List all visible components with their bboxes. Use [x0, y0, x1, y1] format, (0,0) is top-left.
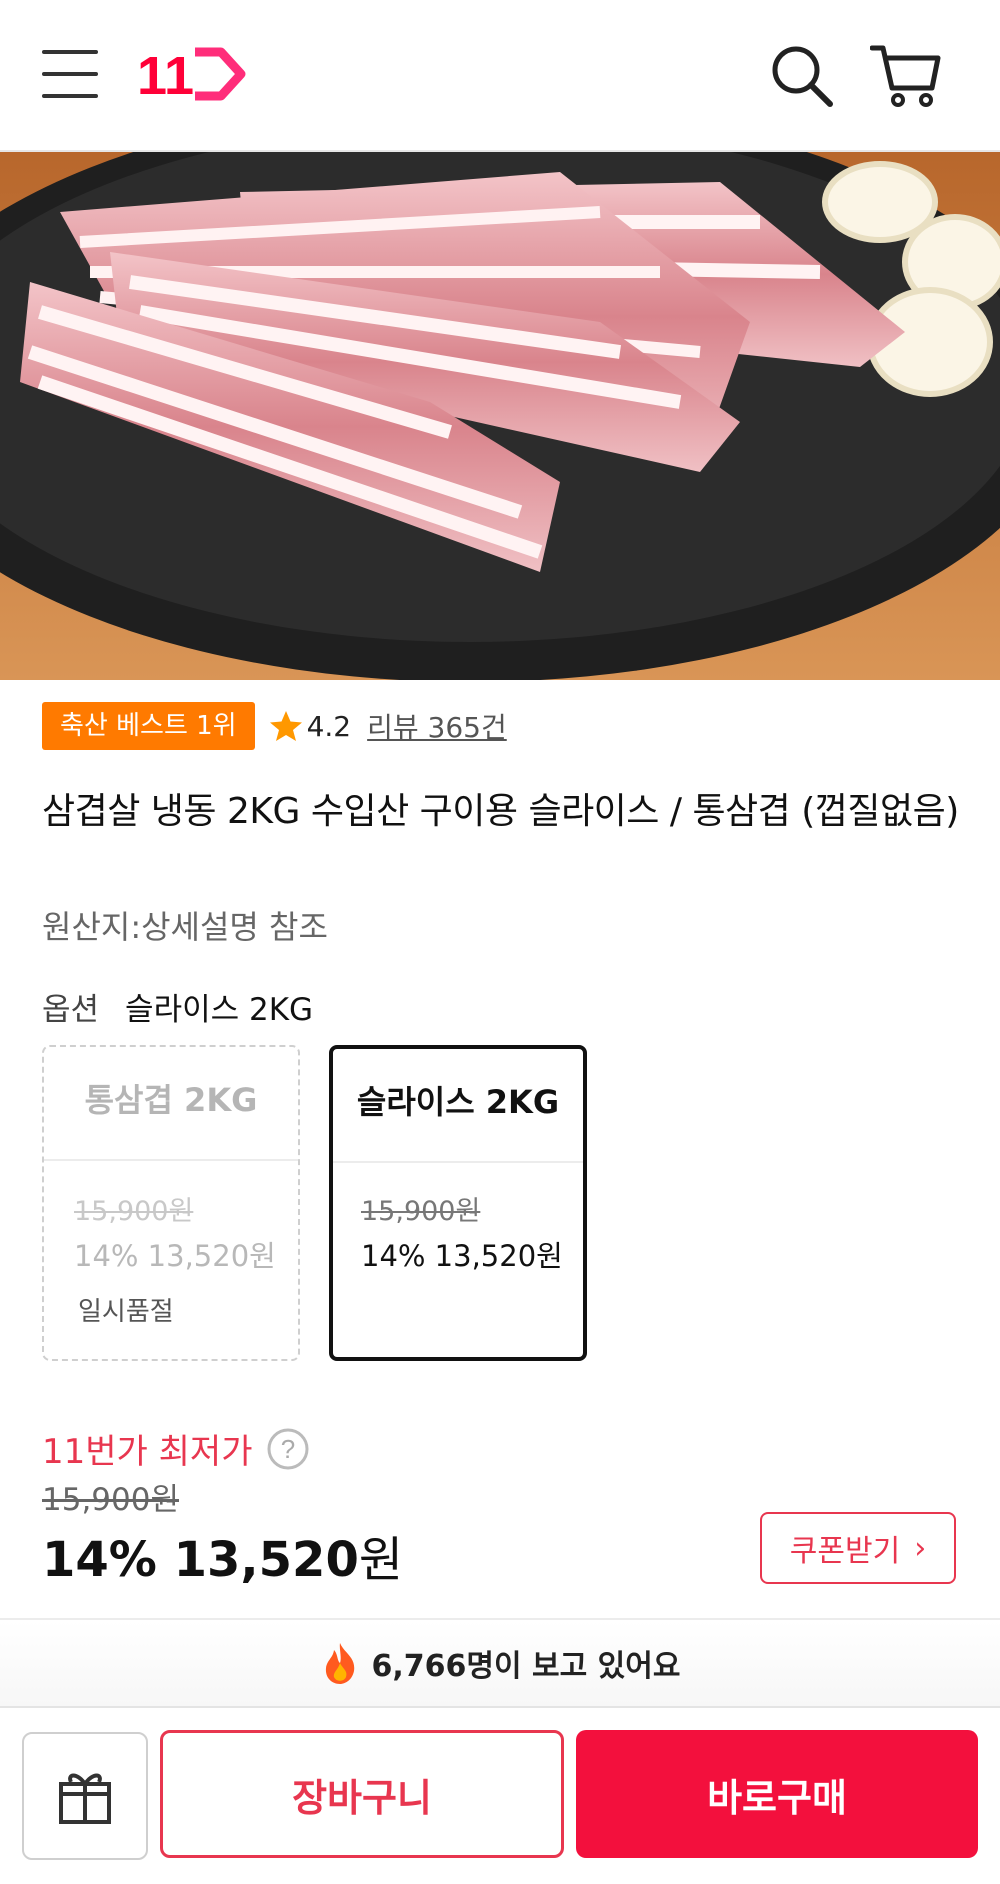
- original-price: 15,900원: [42, 1482, 179, 1518]
- option-selected-value: 슬라이스 2KG: [125, 992, 314, 1028]
- top-header: 11: [0, 0, 1000, 152]
- eleven-street-logo[interactable]: 11: [137, 44, 247, 106]
- bottom-action-bar: 장바구니 바로구매: [0, 1706, 1000, 1884]
- option-price: 14% 13,520원: [74, 1239, 276, 1273]
- gift-button[interactable]: [22, 1732, 148, 1860]
- product-image[interactable]: [0, 152, 1000, 680]
- viewer-count-banner: 6,766명이 보고 있어요: [0, 1618, 1000, 1706]
- badge-rating-row: 축산 베스트 1위 4.2 리뷰 365건: [42, 702, 507, 750]
- origin-text: 원산지:상세설명 참조: [42, 908, 328, 946]
- star-icon: [269, 711, 302, 741]
- lowest-price-label: 11번가 최저가: [42, 1432, 253, 1472]
- option-card-whole-pork-belly[interactable]: 통삼겹 2KG 15,900원 14% 13,520원 일시품절: [42, 1045, 300, 1361]
- viewer-count-text: 6,766명이 보고 있어요: [371, 1649, 681, 1684]
- lowest-price-row: 11번가 최저가 ?: [42, 1424, 310, 1473]
- question-circle-icon[interactable]: ?: [266, 1427, 310, 1471]
- currency: 원: [358, 1532, 404, 1588]
- option-sold-out-status: 일시품절: [78, 1297, 174, 1327]
- option-label-row: 옵션 슬라이스 2KG: [42, 984, 313, 1029]
- option-original-price: 15,900원: [74, 1196, 194, 1227]
- option-name: 통삼겹 2KG: [84, 1081, 258, 1119]
- option-divider: [44, 1159, 298, 1161]
- best-seller-badge: 축산 베스트 1위: [42, 702, 255, 750]
- final-price: 14% 13,520원: [42, 1520, 403, 1590]
- rating-value: 4.2: [306, 709, 352, 743]
- coupon-button[interactable]: 쿠폰받기 ›: [760, 1512, 956, 1584]
- logo-text: 11: [137, 46, 194, 104]
- fire-icon: [325, 1643, 354, 1684]
- option-card-sliced[interactable]: 슬라이스 2KG 15,900원 14% 13,520원: [329, 1045, 587, 1361]
- option-divider: [333, 1161, 583, 1163]
- option-price: 14% 13,520원: [361, 1239, 563, 1273]
- hamburger-menu-icon[interactable]: [42, 50, 98, 100]
- option-original-price: 15,900원: [361, 1196, 481, 1227]
- discount-rate: 14%: [42, 1532, 157, 1588]
- cart-icon[interactable]: [869, 42, 942, 110]
- option-name: 슬라이스 2KG: [356, 1083, 560, 1121]
- sale-price: 13,520: [173, 1532, 359, 1588]
- product-title: 삼겹살 냉동 2KG 수입산 구이용 슬라이스 / 통삼겹 (껍질없음): [42, 791, 959, 832]
- gift-icon: [59, 1773, 111, 1824]
- add-to-cart-button[interactable]: 장바구니: [160, 1730, 564, 1858]
- svg-text:?: ?: [281, 1434, 295, 1464]
- buy-now-button[interactable]: 바로구매: [576, 1730, 978, 1858]
- option-label: 옵션: [42, 992, 100, 1028]
- chevron-right-icon: ›: [914, 1530, 927, 1566]
- review-count-link[interactable]: 리뷰 365건: [367, 706, 507, 746]
- coupon-button-label: 쿠폰받기: [789, 1534, 901, 1569]
- search-icon[interactable]: [770, 44, 834, 108]
